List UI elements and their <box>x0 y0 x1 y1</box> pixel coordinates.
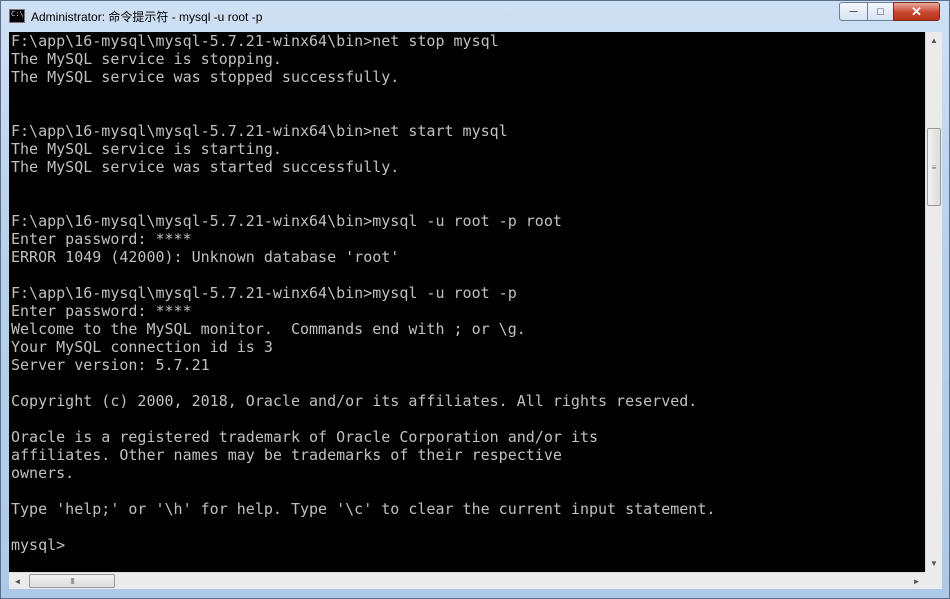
console-window: Administrator: 命令提示符 - mysql -u root -p … <box>0 0 950 599</box>
scroll-right-arrow-icon[interactable]: ► <box>908 573 925 589</box>
console-line: F:\app\16-mysql\mysql-5.7.21-winx64\bin>… <box>11 212 562 230</box>
console-line: owners. <box>11 464 75 482</box>
console-line: The MySQL service was started successful… <box>11 158 400 176</box>
console-line: affiliates. Other names may be trademark… <box>11 446 562 464</box>
console-line: Welcome to the MySQL monitor. Commands e… <box>11 320 526 338</box>
console-line: F:\app\16-mysql\mysql-5.7.21-winx64\bin>… <box>11 284 517 302</box>
horizontal-scroll-thumb[interactable]: III <box>29 574 115 588</box>
horizontal-scrollbar[interactable]: ◄ III ► <box>9 572 925 589</box>
console-line: The MySQL service is stopping. <box>11 50 282 68</box>
console-line: Copyright (c) 2000, 2018, Oracle and/or … <box>11 392 698 410</box>
close-icon: ✕ <box>911 3 922 19</box>
console-line: ERROR 1049 (42000): Unknown database 'ro… <box>11 248 400 266</box>
console-line: Server version: 5.7.21 <box>11 356 210 374</box>
console-output[interactable]: F:\app\16-mysql\mysql-5.7.21-winx64\bin>… <box>9 32 925 572</box>
console-line: The MySQL service is starting. <box>11 140 282 158</box>
scroll-down-arrow-icon[interactable]: ▼ <box>926 555 942 572</box>
maximize-icon: □ <box>877 5 884 18</box>
window-title: Administrator: 命令提示符 - mysql -u root -p <box>31 10 263 24</box>
minimize-button[interactable]: ─ <box>839 2 868 21</box>
console-line: Type 'help;' or '\h' for help. Type '\c'… <box>11 500 716 518</box>
console-line: The MySQL service was stopped successful… <box>11 68 400 86</box>
minimize-icon: ─ <box>849 5 858 18</box>
console-line: F:\app\16-mysql\mysql-5.7.21-winx64\bin>… <box>11 32 499 50</box>
vertical-scroll-thumb[interactable]: ≡ <box>927 128 941 206</box>
console-line: Your MySQL connection id is 3 <box>11 338 273 356</box>
console-line: mysql> <box>11 536 66 554</box>
maximize-button[interactable]: □ <box>867 2 894 21</box>
grip-icon: ≡ <box>931 162 937 172</box>
scroll-up-arrow-icon[interactable]: ▲ <box>926 32 942 49</box>
console-line: F:\app\16-mysql\mysql-5.7.21-winx64\bin>… <box>11 122 508 140</box>
console-line: Enter password: **** <box>11 302 192 320</box>
console-line: Oracle is a registered trademark of Orac… <box>11 428 598 446</box>
grip-icon: III <box>70 576 75 586</box>
close-button[interactable]: ✕ <box>893 2 940 21</box>
console-text: F:\app\16-mysql\mysql-5.7.21-winx64\bin>… <box>9 32 925 554</box>
scrollbar-corner <box>925 572 942 589</box>
title-bar[interactable]: Administrator: 命令提示符 - mysql -u root -p … <box>1 1 949 31</box>
scroll-left-arrow-icon[interactable]: ◄ <box>9 573 26 589</box>
cmd-app-icon[interactable] <box>9 9 25 23</box>
vertical-scrollbar[interactable]: ▲ ≡ ▼ <box>925 32 942 572</box>
console-line: Enter password: **** <box>11 230 192 248</box>
